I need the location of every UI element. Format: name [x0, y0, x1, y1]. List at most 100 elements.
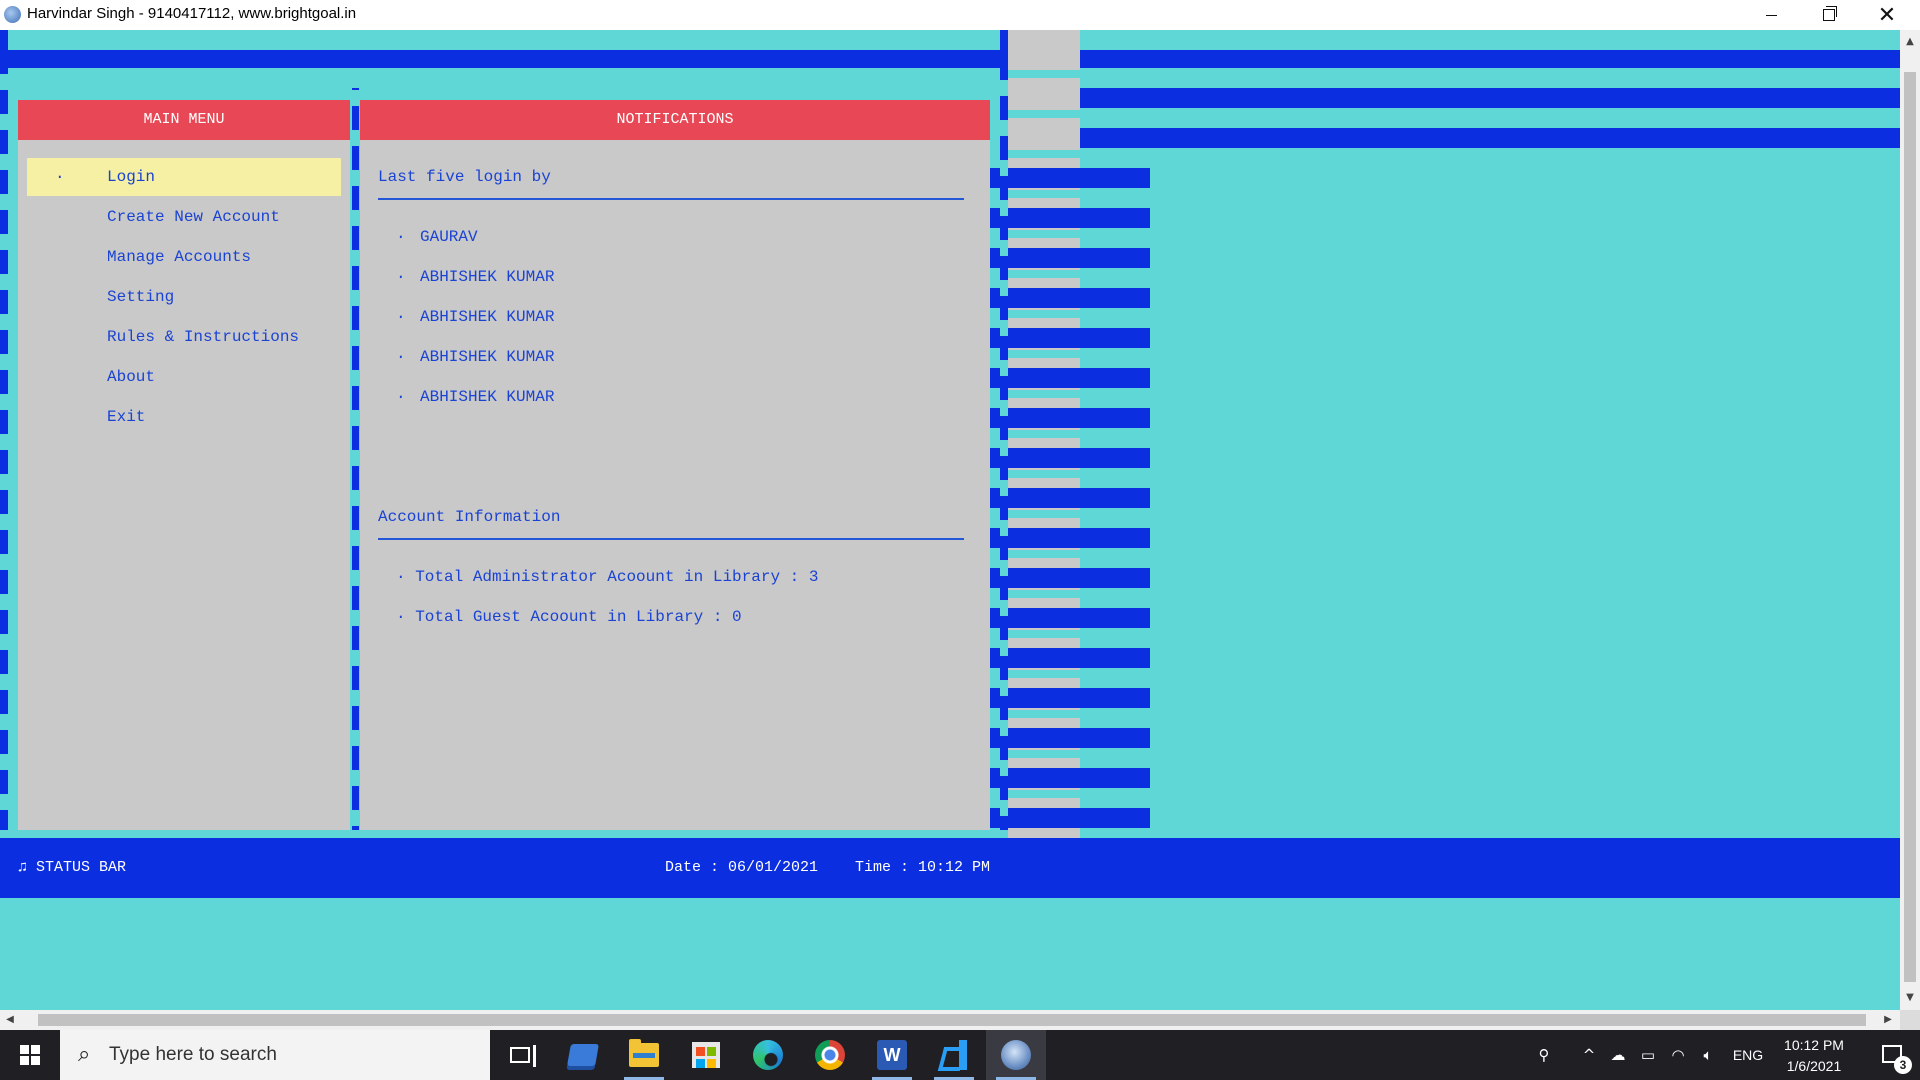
windows-icon [20, 1045, 40, 1065]
vscode-button[interactable] [924, 1030, 984, 1080]
stripe-right-short [990, 328, 1150, 348]
menu-item-label: Login [107, 168, 156, 186]
last-login-item: · ABHISHEK KUMAR [396, 268, 555, 286]
stripe-gap [0, 314, 8, 330]
console-app-button[interactable] [986, 1030, 1046, 1080]
stripe-gap [0, 474, 8, 490]
chrome-button[interactable] [800, 1030, 860, 1080]
stripe-gap [1008, 630, 1080, 638]
menu-item-create-new-account[interactable]: Create New Account [27, 198, 341, 236]
stripe-gap [1008, 670, 1080, 678]
scroll-right-icon[interactable]: ▶ [1878, 1010, 1898, 1030]
stripe-gap [0, 594, 8, 610]
last-login-item: · GAURAV [396, 228, 478, 246]
stripe-gap [1008, 150, 1080, 158]
task-view-button[interactable] [490, 1030, 550, 1080]
notification-count-badge: 3 [1894, 1056, 1912, 1074]
volume-button[interactable]: 🔈︎ [1694, 1030, 1722, 1080]
microsoft-store-button[interactable] [676, 1030, 736, 1080]
stripe-gap [352, 810, 359, 826]
stripe-gap [1000, 520, 1008, 536]
stripe-right-short [990, 528, 1150, 548]
stripe-gap [0, 514, 8, 530]
onedrive-button[interactable]: ☁ [1604, 1030, 1632, 1080]
stripe-gap [1000, 360, 1008, 376]
task-view-icon [510, 1045, 536, 1067]
stripe-right-short [990, 248, 1150, 268]
menu-item-manage-accounts[interactable]: Manage Accounts [27, 238, 341, 276]
people-icon: ⚲ [1538, 1046, 1550, 1064]
edge-button[interactable] [738, 1030, 798, 1080]
file-explorer-button[interactable] [614, 1030, 674, 1080]
status-bar-label: ♫ STATUS BAR [18, 859, 127, 876]
scroll-thumb[interactable] [1904, 72, 1916, 982]
stripe-right-short [990, 368, 1150, 388]
scroll-thumb[interactable] [38, 1014, 1866, 1026]
stripe-right-short [990, 728, 1150, 748]
stripe-gap [0, 554, 8, 570]
clock-date: 1/6/2021 [1786, 1058, 1842, 1074]
taskbar-clock[interactable]: 10:12 PM 1/6/2021 [1774, 1035, 1854, 1077]
action-center-button[interactable]: 3 [1866, 1030, 1920, 1080]
close-button[interactable]: ✕ [1858, 0, 1916, 30]
stripe-gap [0, 354, 8, 370]
horizontal-scrollbar[interactable]: ◀ ▶ [0, 1010, 1900, 1030]
stripe-gap [1000, 720, 1008, 736]
last-login-item: · ABHISHEK KUMAR [396, 388, 555, 406]
scroll-up-icon[interactable]: ▲ [1900, 32, 1920, 52]
stripe-gap [0, 274, 8, 290]
menu-item-about[interactable]: About [27, 358, 341, 396]
chevron-up-icon: ^ [1582, 1046, 1596, 1064]
stripe-gap [0, 754, 8, 770]
battery-button[interactable]: ▭ [1634, 1030, 1662, 1080]
stripe-gap [1000, 480, 1008, 496]
menu-item-login[interactable]: · Login [27, 158, 341, 196]
menu-item-label: Setting [107, 288, 175, 306]
stripe-gap [0, 234, 8, 250]
menu-item-exit[interactable]: Exit [27, 398, 341, 436]
section-divider [378, 538, 964, 540]
window-title: Harvindar Singh - 9140417112, www.bright… [27, 5, 357, 22]
restore-button[interactable] [1800, 0, 1858, 30]
stripe-gap [1000, 600, 1008, 616]
people-button[interactable]: ⚲ [1526, 1030, 1562, 1080]
console-area: MAIN MENU · Login Create New Account Man… [0, 30, 1900, 1010]
status-bar: ♫ STATUS BAR Date : 06/01/2021 Time : 10… [0, 838, 1900, 898]
stripe-gap [1000, 280, 1008, 296]
menu-item-rules-instructions[interactable]: Rules & Instructions [27, 318, 341, 356]
stripe-gap [1000, 560, 1008, 576]
stripe-gap [0, 114, 8, 130]
show-hidden-icons-button[interactable]: ^ [1576, 1030, 1602, 1080]
scroll-left-icon[interactable]: ◀ [0, 1010, 20, 1030]
stripe-gap [352, 170, 359, 186]
stripe-gap [1008, 470, 1080, 478]
stripe-gap [1008, 310, 1080, 318]
stripe-gap [352, 530, 359, 546]
start-button[interactable] [0, 1030, 60, 1080]
stripe-right-1 [1080, 88, 1900, 108]
chrome-icon [815, 1040, 845, 1070]
vertical-scrollbar[interactable]: ▲ ▼ [1900, 30, 1920, 1010]
file-manager-icon [567, 1044, 599, 1066]
stripe-gap [0, 794, 8, 810]
network-button[interactable]: ◠ [1664, 1030, 1692, 1080]
word-button[interactable]: W [862, 1030, 922, 1080]
search-placeholder: Type here to search [109, 1044, 277, 1065]
stripe-gap [1008, 590, 1080, 598]
stripe-gap [352, 570, 359, 586]
menu-item-label: Rules & Instructions [107, 328, 300, 346]
menu-item-setting[interactable]: Setting [27, 278, 341, 316]
microsoft-store-icon [692, 1042, 720, 1068]
stripe-gap [1000, 320, 1008, 336]
stripe-gap [1000, 800, 1008, 816]
last-login-item: · ABHISHEK KUMAR [396, 308, 555, 326]
guest-account-count: · Total Guest Acoount in Library : 0 [396, 608, 742, 626]
taskbar-search-box[interactable]: ⌕ Type here to search [60, 1030, 490, 1080]
last-login-title: Last five login by [378, 168, 551, 186]
minimize-button[interactable] [1742, 0, 1800, 30]
stripe-gap [1000, 680, 1008, 696]
file-manager-button[interactable] [553, 1030, 613, 1080]
language-indicator[interactable]: ENG [1728, 1030, 1768, 1080]
stripe-gap [352, 90, 359, 106]
scroll-down-icon[interactable]: ▼ [1900, 988, 1920, 1008]
